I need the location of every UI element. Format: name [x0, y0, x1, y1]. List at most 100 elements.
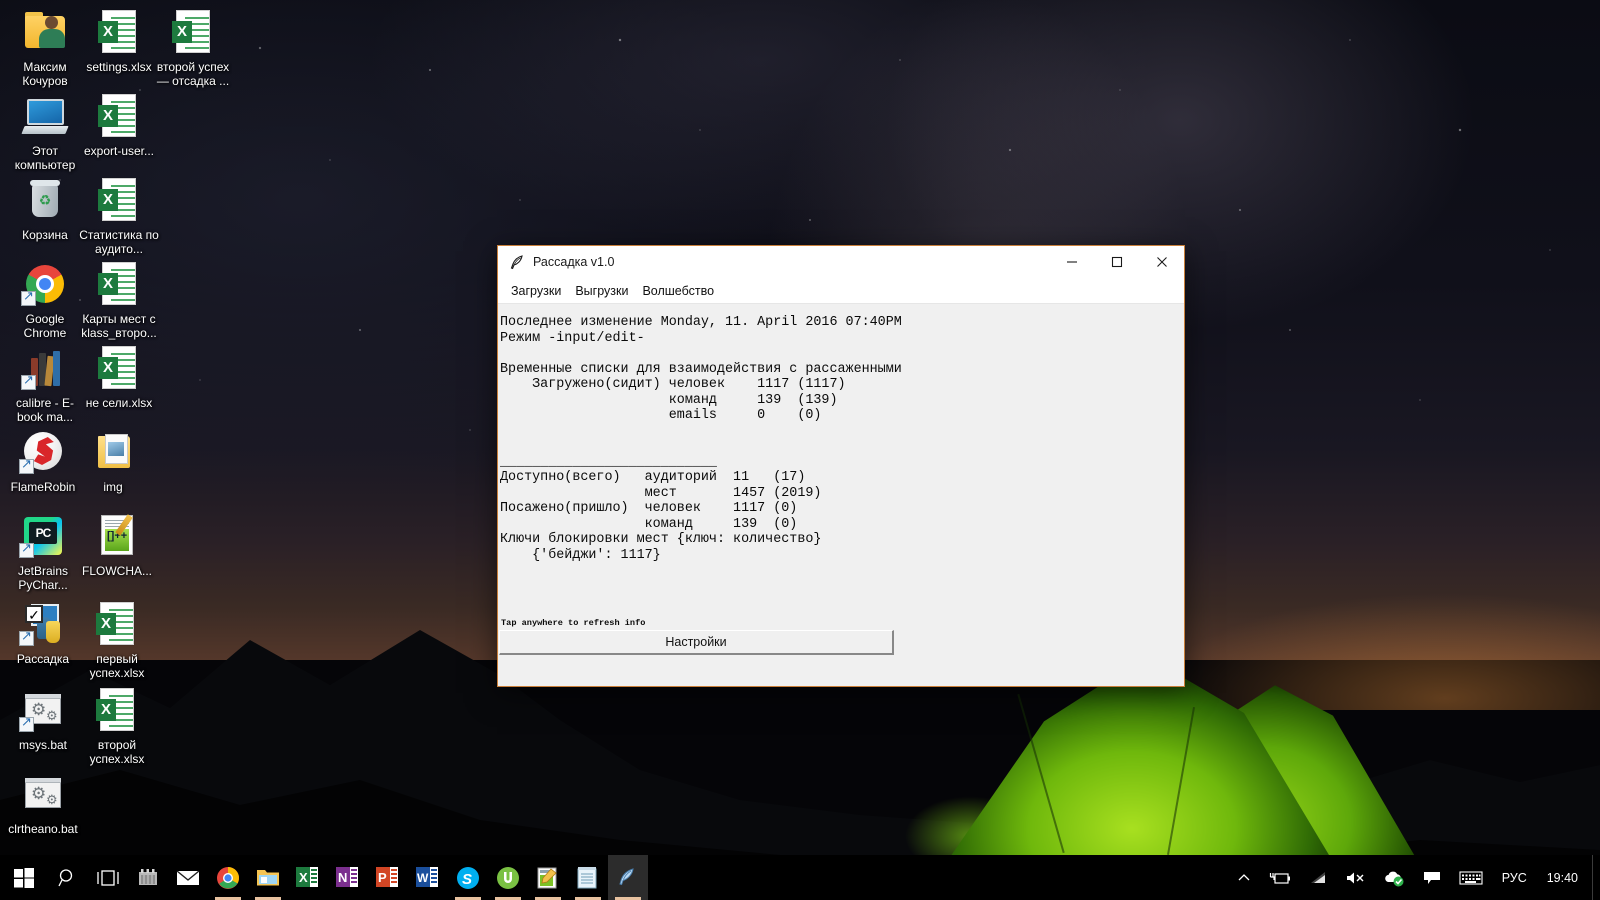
feather-icon	[509, 254, 525, 270]
desktop-icon-label: Карты мест с klass_второ...	[81, 312, 157, 340]
desktop-icon-flamerobin[interactable]: FlameRobin	[4, 428, 82, 494]
rassadka-window[interactable]: Рассадка v1.0 Загрузки Выгрузки Волшебст…	[497, 245, 1185, 687]
cloud-sync-icon	[1384, 871, 1404, 886]
wifi-icon	[1310, 872, 1325, 883]
desktop-icon-label: первый успех.xlsx	[89, 652, 145, 680]
store-button[interactable]	[128, 855, 168, 900]
onenote-button[interactable]: N	[328, 855, 368, 900]
desktop-icon-settings-xlsx[interactable]: X settings.xlsx	[82, 8, 156, 74]
desktop-icon-label: settings.xlsx	[86, 60, 152, 74]
desktop-icon-label: Корзина	[22, 228, 68, 242]
show-desktop-button[interactable]	[1592, 855, 1600, 900]
desktop-icon-rassadka[interactable]: ✓ Рассадка	[4, 600, 82, 666]
desktop-icon-statistika-po-audito[interactable]: X Статистика по аудито...	[76, 176, 162, 256]
desktop-icon-clrtheano-bat[interactable]: ⚙ ⚙ clrtheano.bat	[2, 770, 84, 836]
desktop-icon-jetbrains-pycharm[interactable]: PC JetBrains PyChar...	[4, 512, 82, 592]
settings-button[interactable]: Настройки	[499, 630, 894, 655]
action-center-button[interactable]	[1414, 855, 1450, 900]
network-status-button[interactable]	[1300, 855, 1336, 900]
menu-item-zagruzki[interactable]: Загрузки	[504, 281, 568, 301]
word-button[interactable]: W	[408, 855, 448, 900]
desktop-icon-flowchart[interactable]: []++ FLOWCHA...	[76, 512, 158, 578]
start-button[interactable]	[0, 855, 48, 900]
desktop-icon-export-user[interactable]: X export-user...	[76, 92, 162, 158]
svg-text:X: X	[299, 870, 308, 885]
desktop-icon-vtoroy-uspeh-xlsx[interactable]: X второй успех.xlsx	[76, 686, 158, 766]
notepadpp-button[interactable]	[528, 855, 568, 900]
battery-status-button[interactable]	[1260, 855, 1300, 900]
mail-button[interactable]	[168, 855, 208, 900]
svg-text:S: S	[462, 871, 472, 888]
desktop-icon-label: Максим Кочуров	[22, 60, 68, 88]
maximize-button[interactable]	[1094, 246, 1139, 278]
desktop-icon-pervyy-uspeh-xlsx[interactable]: X первый успех.xlsx	[76, 600, 158, 680]
feather-icon	[616, 866, 640, 890]
desktop-icon-recycle-bin[interactable]: ♻ Корзина	[8, 176, 82, 242]
show-hidden-icons-button[interactable]	[1228, 855, 1260, 900]
desktop-icon-msys-bat[interactable]: ⚙ ⚙ msys.bat	[4, 686, 82, 752]
desktop-icon-grid: Максим Кочуров X settings.xlsx X второй …	[0, 0, 300, 845]
powerpoint-icon: P	[376, 866, 400, 890]
desktop-icon-this-pc[interactable]: Этот компьютер	[8, 92, 82, 172]
python-app-icon: ✓	[19, 600, 67, 648]
close-button[interactable]	[1139, 246, 1184, 278]
onedrive-status-button[interactable]	[1374, 855, 1414, 900]
svg-text:W: W	[417, 871, 429, 885]
excel-file-icon: X	[169, 8, 217, 56]
desktop-icon-label: Этот компьютер	[14, 144, 76, 172]
powerpoint-button[interactable]: P	[368, 855, 408, 900]
skype-button[interactable]: S	[448, 855, 488, 900]
windows-logo-icon	[14, 867, 34, 888]
task-view-icon	[97, 869, 119, 886]
desktop-icon-google-chrome[interactable]: Google Chrome	[8, 260, 82, 340]
desktop-icon-label: img	[103, 480, 123, 494]
window-title-bar[interactable]: Рассадка v1.0	[498, 246, 1184, 278]
touch-keyboard-button[interactable]	[1450, 855, 1492, 900]
desktop-icon-karty-mest-klass[interactable]: X Карты мест с klass_второ...	[74, 260, 164, 340]
calibre-icon	[21, 344, 69, 392]
language-indicator[interactable]: РУС	[1492, 871, 1537, 885]
desktop-icon-ne-seli-xlsx[interactable]: X не сели.xlsx	[76, 344, 162, 410]
excel-file-icon: X	[95, 344, 143, 392]
excel-file-icon: X	[93, 686, 141, 734]
excel-file-icon: X	[95, 92, 143, 140]
excel-button[interactable]: X	[288, 855, 328, 900]
notepadpp-icon	[536, 866, 560, 890]
desktop-icon-vtoroy-uspeh-otsadka[interactable]: X второй успех — отсадка ...	[150, 8, 236, 88]
onenote-icon: N	[336, 866, 360, 890]
notepad-button[interactable]	[568, 855, 608, 900]
minimize-button[interactable]	[1049, 246, 1094, 278]
battery-plug-icon	[1269, 872, 1290, 884]
notepad-icon	[576, 866, 600, 890]
info-text-block: Последнее изменение Monday, 11. April 20…	[500, 315, 902, 563]
task-view-button[interactable]	[88, 855, 128, 900]
chrome-button[interactable]	[208, 855, 248, 900]
bat-script-icon: ⚙ ⚙	[19, 686, 67, 734]
clock[interactable]: 19:40	[1537, 871, 1592, 885]
store-icon	[139, 868, 157, 885]
window-controls	[1049, 246, 1184, 278]
desktop-icon-img[interactable]: img	[76, 428, 150, 494]
word-icon: W	[416, 866, 440, 890]
svg-text:N: N	[338, 870, 347, 885]
chevron-up-icon	[1238, 873, 1250, 880]
excel-file-icon: X	[95, 8, 143, 56]
explorer-button[interactable]	[248, 855, 288, 900]
taskbar[interactable]: X N P W S РУС 19:40	[0, 855, 1600, 900]
search-button[interactable]	[48, 855, 88, 900]
chrome-icon	[216, 866, 240, 890]
mail-icon	[176, 869, 200, 885]
window-menu-bar: Загрузки Выгрузки Волшебство	[498, 278, 1184, 304]
menu-item-volshebstvo[interactable]: Волшебство	[635, 281, 721, 301]
rassadka-button[interactable]	[608, 855, 648, 900]
skype-icon: S	[456, 866, 480, 890]
window-client-area[interactable]: Последнее изменение Monday, 11. April 20…	[498, 305, 1184, 686]
desktop-icon-label: export-user...	[83, 144, 155, 158]
volume-status-button[interactable]	[1336, 855, 1374, 900]
excel-icon: X	[296, 866, 320, 890]
menu-item-vygruzki[interactable]: Выгрузки	[568, 281, 635, 301]
desktop-icon-maksim-kochurov[interactable]: Максим Кочуров	[8, 8, 82, 88]
utorrent-button[interactable]	[488, 855, 528, 900]
desktop-icon-label: JetBrains PyChar...	[17, 564, 69, 592]
desktop-icon-calibre[interactable]: calibre - E-book ma...	[4, 344, 86, 424]
